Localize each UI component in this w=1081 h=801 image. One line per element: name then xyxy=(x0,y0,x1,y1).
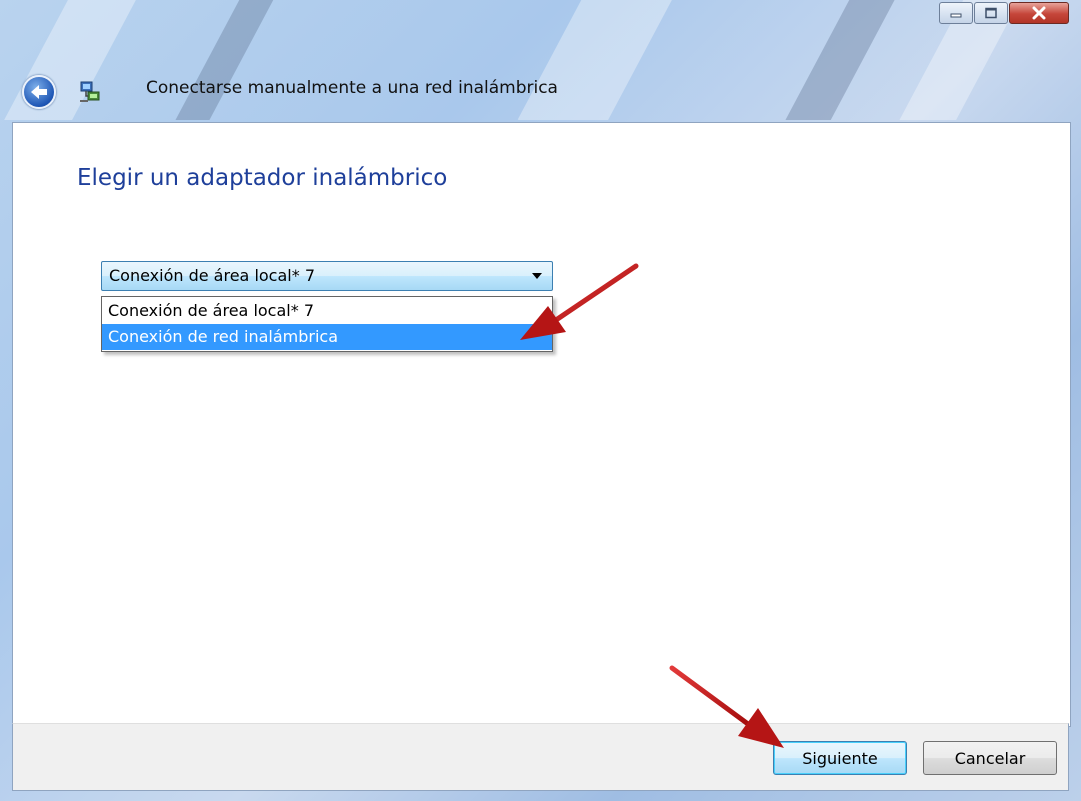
window-title: Conectarse manualmente a una red inalámb… xyxy=(146,78,558,98)
adapter-option-wireless[interactable]: Conexión de red inalámbrica xyxy=(102,324,552,350)
wizard-window: Conectarse manualmente a una red inalámb… xyxy=(0,0,1081,801)
adapter-select[interactable]: Conexión de área local* 7 xyxy=(101,261,553,291)
page-heading: Elegir un adaptador inalámbrico xyxy=(77,165,448,191)
minimize-icon xyxy=(950,13,962,18)
back-button[interactable] xyxy=(22,75,56,109)
adapter-dropdown-list: Conexión de área local* 7 Conexión de re… xyxy=(101,296,553,352)
close-button[interactable] xyxy=(1009,2,1069,24)
maximize-button[interactable] xyxy=(974,2,1008,24)
content-panel: Elegir un adaptador inalámbrico Conexión… xyxy=(12,122,1071,727)
adapter-option-local[interactable]: Conexión de área local* 7 xyxy=(102,298,552,324)
minimize-button[interactable] xyxy=(939,2,973,24)
close-icon xyxy=(1032,6,1046,20)
window-controls xyxy=(938,2,1069,24)
next-button[interactable]: Siguiente xyxy=(773,741,907,775)
cancel-button[interactable]: Cancelar xyxy=(923,741,1057,775)
maximize-icon xyxy=(985,7,997,19)
back-arrow-icon xyxy=(31,85,47,99)
adapter-select-value: Conexión de área local* 7 xyxy=(109,266,315,285)
button-bar: Siguiente Cancelar xyxy=(12,723,1069,791)
navigation-row: Conectarse manualmente a una red inalámb… xyxy=(0,70,1081,112)
network-icon xyxy=(80,81,100,102)
dropdown-arrow-icon[interactable] xyxy=(532,273,542,279)
